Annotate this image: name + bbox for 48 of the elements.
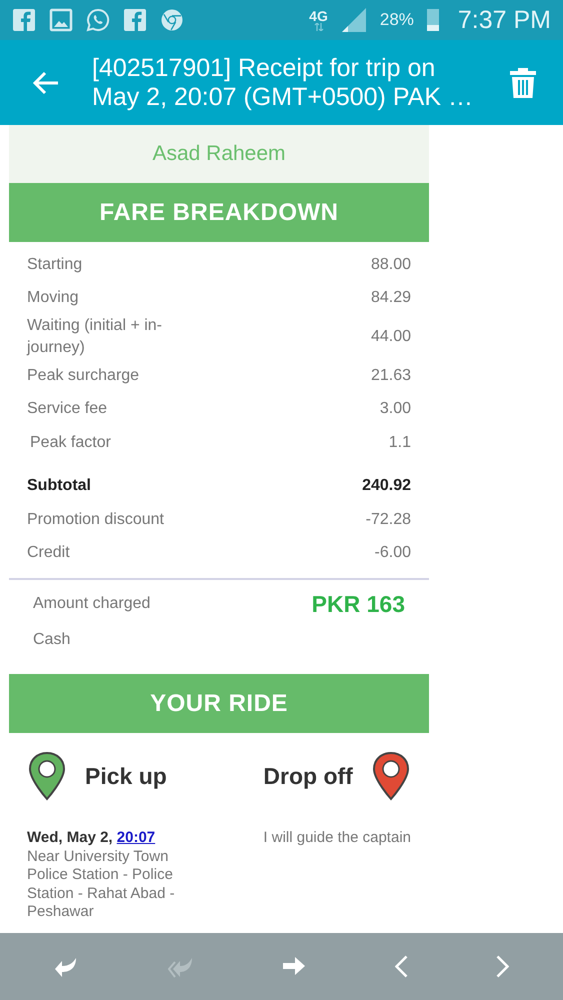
fare-label: Credit [27, 543, 70, 564]
data-arrows-icon [314, 22, 324, 30]
dropoff-title: Drop off [263, 762, 353, 790]
clock-time: 7:37 PM [458, 6, 551, 34]
email-subject: [402517901] Receipt for trip on May 2, 20:07 (GMT+0500) PAK … [92, 54, 474, 112]
pickup-title: Pick up [85, 762, 167, 790]
chevron-right-icon [496, 955, 510, 978]
amount-charged: PKR 163 [312, 590, 405, 618]
fare-value: 21.63 [370, 366, 411, 385]
fare-label: Moving [27, 288, 79, 308]
captain-name: Asad Raheem [152, 142, 286, 166]
fare-label: Peak factor [29, 432, 111, 453]
map-pin-icon [27, 751, 67, 801]
gallery-icon [49, 8, 73, 32]
payment-method: Cash [33, 631, 70, 649]
chrome-icon [160, 8, 184, 32]
whatsapp-icon [86, 8, 110, 32]
fare-value: 84.29 [370, 289, 411, 308]
amount-label: Amount charged [33, 595, 150, 613]
chevron-left-icon [395, 955, 408, 978]
fare-value: 240.92 [362, 477, 411, 496]
fare-label: Subtotal [27, 476, 91, 496]
fare-label: Peak surcharge [27, 366, 140, 386]
dropoff-note: I will guide the captain [263, 829, 411, 846]
fare-value: 1.1 [388, 434, 411, 452]
facebook-icon [123, 8, 147, 32]
fare-label: Waiting (initial + in-journey) [27, 316, 164, 358]
section-header: YOUR RIDE [9, 674, 429, 733]
fare-value: 3.00 [380, 400, 411, 418]
fare-value: -72.28 [366, 510, 411, 529]
pickup-date: Wed, May 2, [27, 829, 114, 846]
fare-label: Promotion discount [27, 510, 164, 530]
fare-value: 88.00 [370, 256, 411, 274]
back-arrow-icon [32, 70, 60, 96]
fare-label: Starting [27, 254, 82, 275]
map-pin-icon [370, 751, 411, 801]
fare-label: Service fee [27, 399, 108, 420]
fare-value: -6.00 [374, 544, 411, 562]
fare-value: 44.00 [370, 328, 411, 346]
section-header: FARE BREAKDOWN [9, 183, 429, 242]
trash-icon [509, 66, 537, 98]
pickup-time-link[interactable]: 20:07 [116, 829, 156, 846]
network-type: 4G [309, 10, 328, 22]
battery-icon [426, 9, 439, 31]
signal-icon [340, 7, 367, 33]
facebook-icon [12, 8, 36, 32]
pickup-address: Near University Town Police Station - Police Station - Rahat Abad - Peshawar [27, 848, 176, 922]
battery-percent: 28% [380, 10, 414, 30]
